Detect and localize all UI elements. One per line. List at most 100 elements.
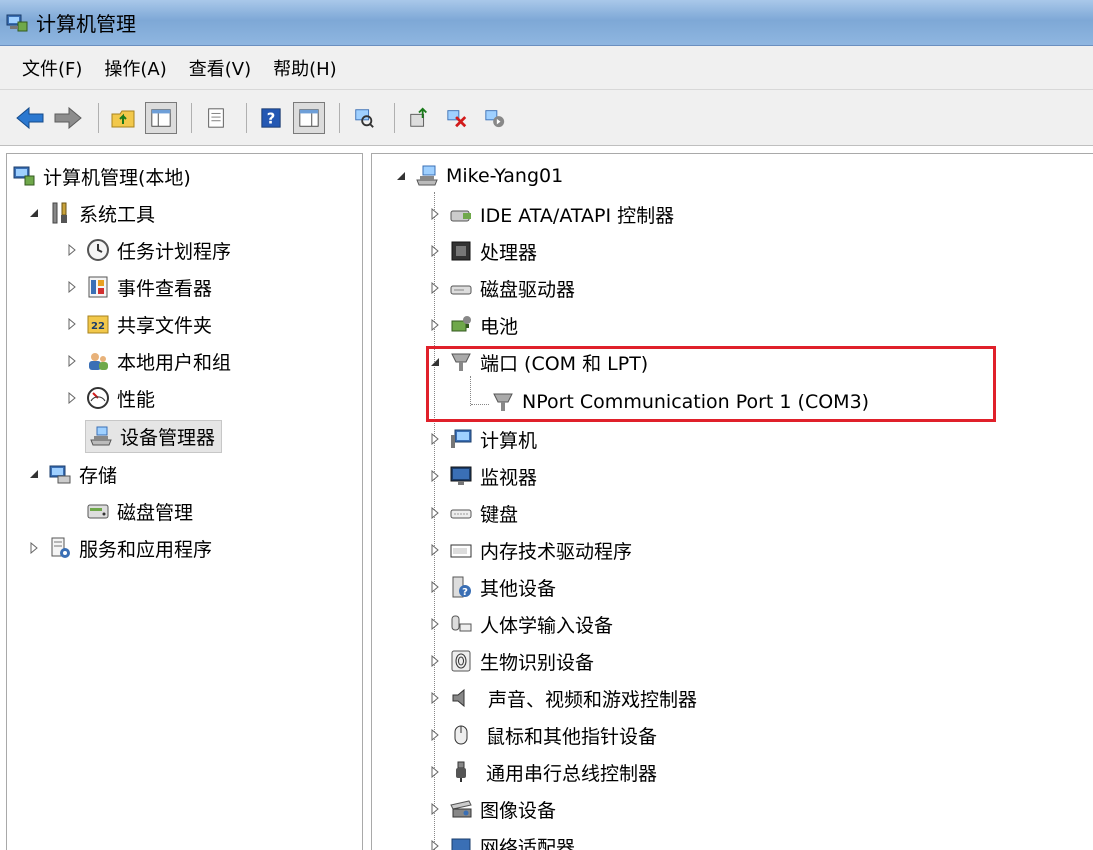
tree-label: 网络适配器	[480, 836, 576, 850]
tree-label: 鼠标和其他指针设备	[486, 725, 658, 748]
expand-arrow-icon[interactable]	[65, 280, 79, 294]
tree-item-ide-controllers[interactable]: IDE ATA/ATAPI 控制器	[428, 196, 674, 232]
tree-item-mice[interactable]: 鼠标和其他指针设备	[428, 717, 657, 753]
expand-arrow-icon[interactable]	[65, 354, 79, 368]
expand-arrow-icon[interactable]	[428, 728, 442, 742]
tree-label: 生物识别设备	[480, 651, 595, 674]
menu-action[interactable]: 操作(A)	[104, 55, 166, 81]
battery-icon	[448, 312, 474, 338]
menu-bar: 文件(F) 操作(A) 查看(V) 帮助(H)	[0, 46, 1093, 90]
device-tree-pane: Mike-Yang01 IDE ATA/ATAPI 控制器 处理器 磁盘驱动器 …	[371, 153, 1093, 850]
menu-file[interactable]: 文件(F)	[22, 55, 82, 81]
tree-item-computer-management-local[interactable]: 计算机管理(本地)	[11, 158, 191, 194]
tree-item-event-viewer[interactable]: 事件查看器	[65, 269, 212, 305]
tree-item-task-scheduler[interactable]: 任务计划程序	[65, 232, 231, 268]
tree-item-monitors[interactable]: 监视器	[428, 458, 537, 494]
computer-icon	[448, 426, 474, 452]
tree-item-storage[interactable]: 存储	[27, 456, 117, 492]
expand-arrow-icon[interactable]	[428, 207, 442, 221]
network-adapter-icon	[448, 833, 474, 850]
enable-device-icon[interactable]	[479, 102, 511, 134]
tree-item-batteries[interactable]: 电池	[428, 307, 518, 343]
tree-item-disk-management[interactable]: 磁盘管理	[85, 493, 193, 529]
tree-item-processors[interactable]: 处理器	[428, 233, 537, 269]
collapse-arrow-icon[interactable]	[27, 206, 41, 220]
tree-item-local-users-groups[interactable]: 本地用户和组	[65, 343, 231, 379]
tree-item-sound-video[interactable]: 声音、视频和游戏控制器	[428, 680, 697, 716]
tree-item-imaging-devices[interactable]: 图像设备	[428, 791, 556, 827]
back-arrow-icon[interactable]	[14, 102, 46, 134]
show-hide-tree-icon[interactable]	[145, 101, 177, 134]
expand-arrow-icon[interactable]	[65, 317, 79, 331]
tree-item-computer-root[interactable]: Mike-Yang01	[394, 158, 563, 194]
tree-item-network-adapters[interactable]: 网络适配器	[428, 828, 575, 850]
expand-arrow-icon[interactable]	[428, 839, 442, 850]
tree-item-device-manager[interactable]: 设备管理器	[85, 418, 223, 454]
uninstall-device-icon[interactable]	[441, 102, 473, 134]
expand-arrow-icon[interactable]	[428, 580, 442, 594]
tree-item-memory-technology[interactable]: 内存技术驱动程序	[428, 532, 632, 568]
usb-icon	[448, 759, 474, 785]
toolbar-separator	[394, 102, 395, 133]
scan-hardware-icon[interactable]	[348, 102, 380, 134]
expand-arrow-icon[interactable]	[428, 506, 442, 520]
menu-view[interactable]: 查看(V)	[189, 55, 251, 81]
help-icon[interactable]: ?	[255, 102, 287, 134]
console-tree-pane: 计算机管理(本地) 系统工具 任务计划程序 事件查看器 22 共享文件夹 本地用…	[6, 153, 363, 850]
tree-item-computer[interactable]: 计算机	[428, 421, 537, 457]
tree-label: 共享文件夹	[117, 314, 213, 337]
collapse-arrow-icon[interactable]	[394, 169, 408, 183]
tree-item-shared-folders[interactable]: 22 共享文件夹	[65, 306, 212, 342]
expand-arrow-icon[interactable]	[428, 617, 442, 631]
expand-arrow-icon[interactable]	[428, 469, 442, 483]
selection-highlight: 设备管理器	[85, 419, 223, 453]
action-pane-icon[interactable]	[293, 101, 325, 134]
event-viewer-icon	[85, 274, 111, 300]
tree-item-biometric[interactable]: 生物识别设备	[428, 643, 594, 679]
tree-label: 其他设备	[480, 577, 557, 600]
fingerprint-icon	[448, 648, 474, 674]
expand-arrow-icon[interactable]	[428, 432, 442, 446]
expand-arrow-icon[interactable]	[428, 691, 442, 705]
expand-arrow-icon[interactable]	[428, 765, 442, 779]
tree-item-other-devices[interactable]: ? 其他设备	[428, 569, 556, 605]
expand-arrow-icon[interactable]	[428, 543, 442, 557]
tree-label: 图像设备	[480, 799, 557, 822]
expand-arrow-icon[interactable]	[65, 391, 79, 405]
expand-arrow-icon[interactable]	[428, 802, 442, 816]
services-icon	[47, 535, 73, 561]
expand-arrow-icon[interactable]	[428, 654, 442, 668]
expand-arrow-icon[interactable]	[428, 244, 442, 258]
expand-arrow-icon[interactable]	[428, 318, 442, 332]
tree-label: 服务和应用程序	[79, 538, 213, 561]
tree-item-hid[interactable]: 人体学输入设备	[428, 606, 613, 642]
expand-arrow-icon[interactable]	[27, 541, 41, 555]
update-driver-icon[interactable]	[403, 102, 435, 134]
tree-item-keyboards[interactable]: 键盘	[428, 495, 518, 531]
tree-label: 存储	[79, 464, 118, 487]
tree-item-services-applications[interactable]: 服务和应用程序	[27, 530, 212, 566]
tree-label: 计算机	[480, 429, 538, 452]
shared-folder-icon: 22	[85, 311, 111, 337]
up-folder-icon[interactable]	[107, 102, 139, 134]
forward-arrow-icon[interactable]	[52, 102, 84, 134]
expand-arrow-icon[interactable]	[65, 243, 79, 257]
tree-label: 声音、视频和游戏控制器	[488, 688, 698, 711]
tree-item-system-tools[interactable]: 系统工具	[27, 195, 155, 231]
tree-item-disk-drives[interactable]: 磁盘驱动器	[428, 270, 575, 306]
collapse-arrow-icon[interactable]	[27, 467, 41, 481]
mouse-icon	[448, 722, 474, 748]
tree-item-performance[interactable]: 性能	[65, 380, 155, 416]
performance-icon	[85, 385, 111, 411]
tree-label: 本地用户和组	[117, 351, 232, 374]
expand-arrow-icon[interactable]	[428, 281, 442, 295]
tree-item-usb-controllers[interactable]: 通用串行总线控制器	[428, 754, 657, 790]
tree-label: 内存技术驱动程序	[480, 540, 633, 563]
device-manager-icon	[88, 423, 114, 449]
disk-drive-icon	[448, 275, 474, 301]
computer-management-icon	[11, 163, 37, 189]
menu-help[interactable]: 帮助(H)	[273, 55, 337, 81]
disk-management-icon	[85, 498, 111, 524]
properties-icon[interactable]	[200, 102, 232, 134]
clock-icon	[85, 237, 111, 263]
